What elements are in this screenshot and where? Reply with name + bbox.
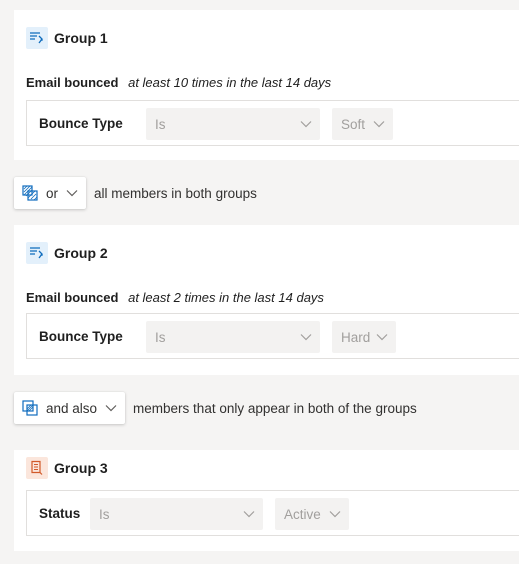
condition-name: Email bounced: [26, 75, 119, 90]
group-title[interactable]: Group 3: [54, 460, 108, 476]
operator-dropdown[interactable]: Is: [90, 498, 263, 530]
value-selected: Hard: [341, 329, 371, 345]
attribute-row: Status Is Active: [26, 490, 519, 536]
group-1-card: Group 1 Email bounced at least 10 times …: [14, 10, 519, 160]
profile-segment-icon: [26, 457, 48, 479]
condition-detail[interactable]: at least 10 times in the last 14 days: [128, 75, 331, 90]
connector-2: and also members that only appear in bot…: [14, 392, 417, 424]
condition-text[interactable]: Email bounced at least 2 times in the la…: [26, 290, 324, 305]
intersect-icon: [22, 400, 38, 416]
attribute-label: Status: [39, 505, 81, 521]
chevron-down-icon: [300, 121, 312, 128]
chevron-down-icon: [105, 405, 117, 412]
condition-detail[interactable]: at least 2 times in the last 14 days: [128, 290, 324, 305]
chevron-down-icon: [329, 511, 341, 518]
operator-dropdown-and-also[interactable]: and also: [14, 392, 126, 424]
operator-value: Is: [155, 116, 166, 132]
operator-dropdown-or[interactable]: or: [14, 177, 87, 209]
operator-label: and also: [46, 400, 98, 416]
attribute-label: Bounce Type: [39, 115, 123, 131]
value-dropdown[interactable]: Soft: [332, 108, 393, 140]
connector-1: or all members in both groups: [14, 177, 257, 209]
chevron-down-icon: [373, 121, 385, 128]
condition-name: Email bounced: [26, 290, 119, 305]
value-dropdown[interactable]: Hard: [332, 321, 396, 353]
group-3-header: Group 3: [26, 457, 108, 479]
operator-dropdown[interactable]: Is: [146, 321, 320, 353]
chevron-down-icon: [243, 511, 255, 518]
condition-text[interactable]: Email bounced at least 10 times in the l…: [26, 75, 331, 90]
connector-description: members that only appear in both of the …: [133, 400, 417, 416]
attribute-row: Bounce Type Is Soft: [26, 100, 519, 146]
attribute-label: Bounce Type: [39, 328, 123, 344]
behavior-segment-icon: [26, 27, 48, 49]
connector-description: all members in both groups: [94, 185, 257, 201]
chevron-down-icon: [300, 334, 312, 341]
value-dropdown[interactable]: Active: [275, 498, 349, 530]
group-1-header: Group 1: [26, 27, 108, 49]
group-title[interactable]: Group 2: [54, 245, 108, 261]
operator-label: or: [46, 185, 59, 201]
union-icon: [22, 185, 38, 201]
attribute-row: Bounce Type Is Hard: [26, 313, 519, 359]
value-selected: Active: [284, 506, 321, 522]
group-2-header: Group 2: [26, 242, 108, 264]
operator-value: Is: [155, 329, 166, 345]
behavior-segment-icon: [26, 242, 48, 264]
chevron-down-icon: [66, 190, 78, 197]
group-2-card: Group 2 Email bounced at least 2 times i…: [14, 225, 519, 375]
group-3-card: Group 3 Status Is Active: [14, 450, 519, 551]
operator-dropdown[interactable]: Is: [146, 108, 320, 140]
group-title[interactable]: Group 1: [54, 30, 108, 46]
operator-value: Is: [99, 506, 110, 522]
chevron-down-icon: [376, 334, 388, 341]
value-selected: Soft: [341, 116, 366, 132]
